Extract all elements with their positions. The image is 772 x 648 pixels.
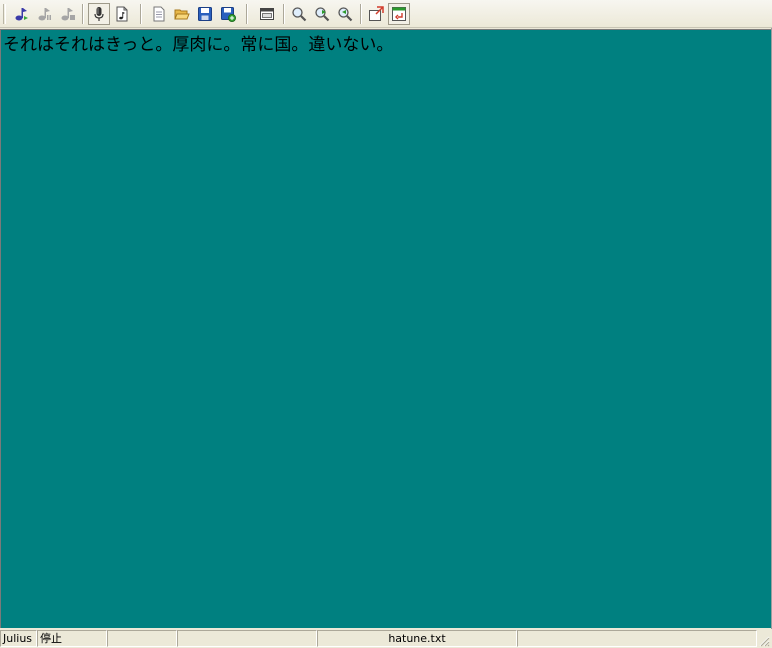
export-icon xyxy=(368,6,384,22)
status-state: 停止 xyxy=(37,630,107,647)
toolbar-separator xyxy=(246,4,248,24)
save-as-icon xyxy=(220,6,236,22)
open-folder-icon xyxy=(174,6,190,22)
microphone-button[interactable] xyxy=(88,3,110,25)
toolbar-separator xyxy=(283,4,285,24)
window-settings-icon xyxy=(259,6,275,22)
status-pane xyxy=(517,630,757,647)
app-window: それはそれはきっと。厚肉に。常に国。違いない。 Julius 停止 hatune… xyxy=(0,0,772,648)
recognize-pause-button[interactable] xyxy=(34,3,56,25)
export-button[interactable] xyxy=(365,3,387,25)
zoom-out-icon xyxy=(337,6,353,22)
zoom-in-icon xyxy=(314,6,330,22)
status-pane xyxy=(177,630,317,647)
save-as-button[interactable] xyxy=(217,3,239,25)
save-icon xyxy=(197,6,213,22)
toolbar-separator xyxy=(140,4,142,24)
zoom-out-button[interactable] xyxy=(334,3,356,25)
toolbar-separator xyxy=(360,4,362,24)
status-pane xyxy=(107,630,177,647)
audio-file-button[interactable] xyxy=(111,3,133,25)
status-filename: hatune.txt xyxy=(317,630,517,647)
new-file-button[interactable] xyxy=(148,3,170,25)
window-settings-button[interactable] xyxy=(256,3,278,25)
resize-grip-icon[interactable] xyxy=(758,635,770,647)
status-bar: Julius 停止 hatune.txt xyxy=(0,629,772,648)
recognize-stop-icon xyxy=(60,6,76,22)
toolbar-grip[interactable] xyxy=(3,4,6,24)
recognized-text[interactable]: それはそれはきっと。厚肉に。常に国。違いない。 xyxy=(3,34,393,56)
recognize-start-icon xyxy=(14,6,30,22)
open-folder-button[interactable] xyxy=(171,3,193,25)
toolbar-separator xyxy=(82,4,84,24)
audio-file-icon xyxy=(114,6,130,22)
recognize-pause-icon xyxy=(37,6,53,22)
zoom-button[interactable] xyxy=(288,3,310,25)
text-editor[interactable]: それはそれはきっと。厚肉に。常に国。違いない。 xyxy=(0,29,771,628)
dock-window-button[interactable] xyxy=(388,3,410,25)
toolbar xyxy=(0,0,772,28)
zoom-in-button[interactable] xyxy=(311,3,333,25)
microphone-icon xyxy=(91,6,107,22)
zoom-icon xyxy=(291,6,307,22)
recognize-stop-button[interactable] xyxy=(57,3,79,25)
save-button[interactable] xyxy=(194,3,216,25)
recognize-start-button[interactable] xyxy=(11,3,33,25)
dock-window-icon xyxy=(391,6,407,22)
status-engine: Julius xyxy=(0,630,37,647)
new-file-icon xyxy=(151,6,167,22)
